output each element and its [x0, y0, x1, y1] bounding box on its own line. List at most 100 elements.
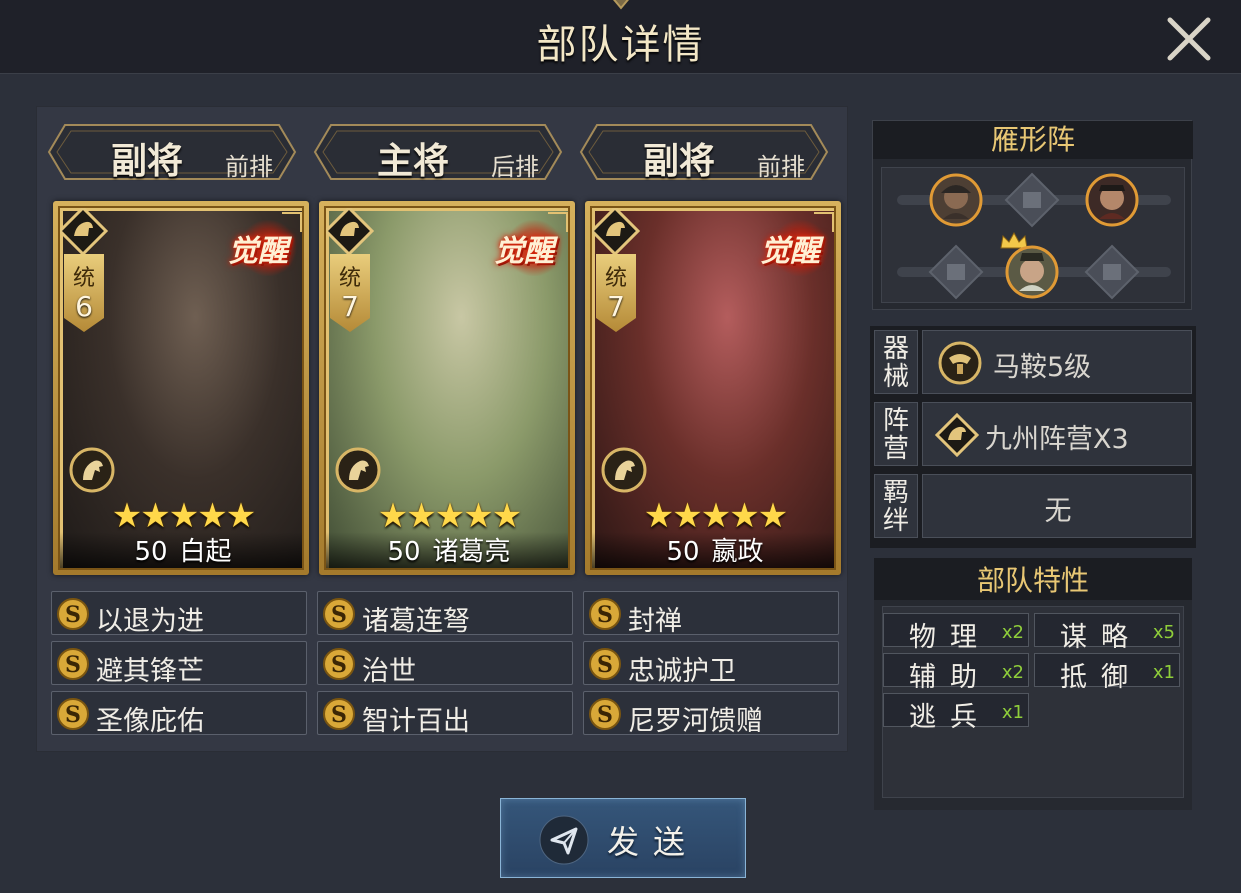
skill-name: 治世	[362, 656, 416, 687]
skill-slot[interactable]: S 忠诚护卫	[583, 641, 839, 687]
general-name-bar: 50 白起	[60, 532, 302, 568]
svg-text:S: S	[331, 602, 347, 628]
position-banner-3: 副将 前排	[579, 121, 829, 183]
position-row: 前排	[225, 153, 273, 181]
skill-slot[interactable]: S 诸葛连弩	[317, 591, 573, 637]
s-rank-icon: S	[589, 648, 621, 680]
bond-slot[interactable]: 无	[922, 474, 1192, 538]
formation-panel: 雁形阵	[872, 120, 1193, 310]
general-card-1[interactable]: 觉醒 统 6 ★★★★★ 50 白起	[53, 201, 309, 575]
position-role: 主将	[376, 141, 449, 182]
command-tag: 统 7	[330, 254, 370, 332]
trait-name: 谋略	[1060, 622, 1142, 653]
formation-hero-zhugeliang[interactable]	[1005, 245, 1059, 299]
svg-text:S: S	[65, 652, 81, 678]
trait-item[interactable]: 辅助 x2	[883, 653, 1029, 693]
equip-row-camp: 阵营 九州阵营X3	[874, 402, 1192, 466]
trait-item[interactable]: 物理 x2	[883, 613, 1029, 653]
general-level: 50	[666, 537, 700, 567]
skill-slot[interactable]: S 治世	[317, 641, 573, 687]
faction-horse-icon	[326, 208, 374, 256]
page-title: 部队详情	[536, 22, 705, 68]
skill-name: 智计百出	[362, 706, 470, 737]
send-label: 发送	[607, 823, 700, 861]
traits-title: 部队特性	[976, 564, 1089, 597]
trait-item[interactable]: 抵御 x1	[1034, 653, 1180, 693]
general-level: 50	[387, 537, 421, 567]
svg-text:S: S	[331, 702, 347, 728]
general-card-2[interactable]: 觉醒 统 7 ★★★★★ 50 诸葛亮	[319, 201, 575, 575]
paper-plane-icon	[539, 815, 589, 865]
camp-slot[interactable]: 九州阵营X3	[922, 402, 1192, 466]
command-label: 统	[338, 266, 361, 291]
s-rank-icon: S	[323, 648, 355, 680]
skill-name: 避其锋芒	[96, 656, 204, 687]
skill-slot[interactable]: S 尼罗河馈赠	[583, 691, 839, 737]
formation-title-bar: 雁形阵	[873, 121, 1193, 159]
trait-name: 逃兵	[909, 702, 991, 733]
trait-name: 物理	[909, 622, 991, 653]
trait-item[interactable]: 谋略 x5	[1034, 613, 1180, 653]
general-name: 白起	[179, 537, 232, 567]
star-rating: ★★★★★	[643, 496, 788, 536]
skill-slot[interactable]: S 封禅	[583, 591, 839, 637]
cavalry-unit-icon	[601, 447, 647, 493]
trait-item[interactable]: 逃兵 x1	[883, 693, 1029, 733]
command-label: 统	[72, 266, 95, 291]
s-rank-icon: S	[57, 698, 89, 730]
skill-slot[interactable]: S 圣像庇佑	[51, 691, 307, 737]
equip-value-text: 马鞍5级	[993, 352, 1092, 383]
close-button[interactable]	[1160, 10, 1218, 68]
star-rating: ★★★★★	[377, 496, 522, 536]
skill-slot[interactable]: S 以退为进	[51, 591, 307, 637]
trait-name: 辅助	[909, 662, 991, 693]
header-ornament-icon	[613, 0, 629, 10]
traits-panel: 部队特性 物理 x2 谋略 x5 辅助 x2 抵御 x1 逃兵 x1	[874, 558, 1192, 810]
formation-hero-yingzheng[interactable]	[1085, 173, 1139, 227]
position-row: 后排	[491, 153, 539, 181]
svg-text:S: S	[597, 652, 613, 678]
equip-row-machinery: 器械 马鞍5级	[874, 330, 1192, 394]
send-button[interactable]: 发送	[500, 798, 746, 878]
traits-title-bar: 部队特性	[874, 558, 1192, 600]
skill-name: 诸葛连弩	[362, 606, 470, 637]
position-role: 副将	[642, 141, 715, 182]
skill-name: 忠诚护卫	[628, 656, 736, 687]
cavalry-unit-icon	[69, 447, 115, 493]
command-tag: 统 7	[596, 254, 636, 332]
command-value: 7	[341, 290, 359, 323]
equip-label: 羁绊	[874, 474, 918, 538]
equipment-panel: 器械 马鞍5级 阵营 九州阵营X3 羁绊 无	[870, 326, 1196, 548]
faction-horse-icon	[592, 208, 640, 256]
s-rank-icon: S	[57, 648, 89, 680]
awaken-label: 觉醒	[228, 234, 288, 269]
command-value: 6	[75, 290, 93, 323]
skill-slot[interactable]: S 智计百出	[317, 691, 573, 737]
svg-text:S: S	[65, 702, 81, 728]
generals-panel: 副将 前排 主将 后排 副将 前排 觉醒 统 6 ★★★★★ 50 白起 觉醒 …	[36, 106, 848, 752]
command-label: 统	[604, 266, 627, 291]
general-name: 嬴政	[711, 537, 764, 567]
formation-title: 雁形阵	[990, 123, 1075, 156]
skill-name: 封禅	[628, 606, 682, 637]
formation-grid	[881, 167, 1185, 303]
equip-label: 器械	[874, 330, 918, 394]
svg-text:S: S	[597, 702, 613, 728]
svg-text:S: S	[597, 602, 613, 628]
general-level: 50	[134, 537, 168, 567]
card-portrait: 觉醒 统 7 ★★★★★ 50 嬴政	[590, 206, 836, 570]
command-value: 7	[607, 290, 625, 323]
skill-name: 尼罗河馈赠	[628, 706, 763, 737]
awaken-label: 觉醒	[760, 234, 820, 269]
s-rank-icon: S	[57, 598, 89, 630]
formation-hero-baiqi[interactable]	[929, 173, 983, 227]
svg-text:S: S	[331, 652, 347, 678]
position-row: 前排	[757, 153, 805, 181]
trait-name: 抵御	[1060, 662, 1142, 693]
position-banner-2: 主将 后排	[313, 121, 563, 183]
general-card-3[interactable]: 觉醒 统 7 ★★★★★ 50 嬴政	[585, 201, 841, 575]
machinery-slot[interactable]: 马鞍5级	[922, 330, 1192, 394]
skill-name: 圣像庇佑	[96, 706, 204, 737]
skill-slot[interactable]: S 避其锋芒	[51, 641, 307, 687]
equip-value-text: 无	[1044, 496, 1072, 527]
